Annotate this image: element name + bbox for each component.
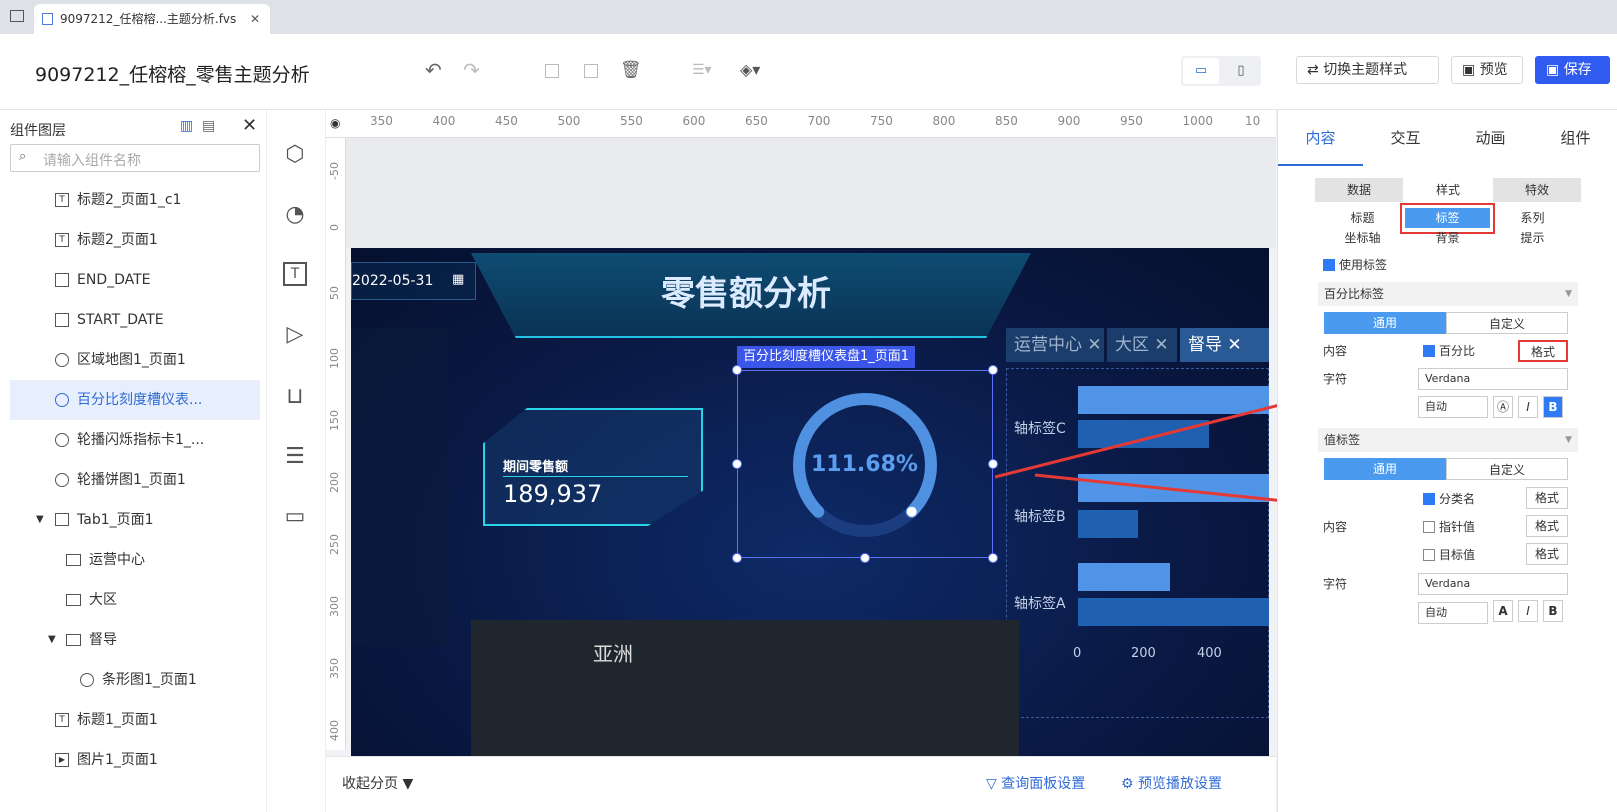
font-color-icon[interactable]: A	[1493, 600, 1513, 622]
category-checkbox[interactable]: 分类名	[1423, 490, 1475, 507]
value-custom-tab[interactable]: 自定义	[1446, 458, 1568, 480]
checkbox-checked-icon	[1423, 493, 1435, 505]
tab-content[interactable]: 内容	[1278, 110, 1363, 166]
style-tab-axis[interactable]: 坐标轴	[1320, 228, 1405, 248]
pointer-text: 指针值	[1439, 520, 1476, 534]
property-panel: 内容 交互 动画 组件 数据 样式 特效 标题 标签 系列 坐标轴 背景 提示 …	[1277, 110, 1617, 812]
content-label: 内容	[1323, 344, 1348, 358]
font-label-2: 字符	[1323, 577, 1348, 591]
percent-text: 百分比	[1439, 344, 1476, 358]
subtab-style[interactable]: 样式	[1403, 178, 1493, 202]
tab-animation[interactable]: 动画	[1448, 110, 1533, 166]
font-size-value: 自动	[1425, 606, 1447, 619]
style-tab-title[interactable]: 标题	[1320, 208, 1405, 228]
font-size-value: 自动	[1425, 400, 1447, 413]
font-select[interactable]: Verdana	[1418, 368, 1568, 390]
percent-checkbox[interactable]: 百分比	[1423, 342, 1475, 359]
chevron-down-icon: ▼	[1565, 289, 1572, 299]
value-label-section[interactable]: 值标签 ▼	[1318, 428, 1578, 452]
font-select-value: Verdana	[1425, 577, 1471, 590]
target-format-button[interactable]: 格式	[1526, 543, 1568, 565]
tab-interaction[interactable]: 交互	[1363, 110, 1448, 166]
font-size-select[interactable]: 自动	[1418, 396, 1488, 418]
font-size-select-2[interactable]: 自动	[1418, 602, 1488, 624]
content-label-2: 内容	[1323, 520, 1348, 534]
style-tab-tooltip[interactable]: 提示	[1490, 228, 1575, 248]
query-panel-settings-link[interactable]: ▽ 查询面板设置	[986, 773, 1085, 793]
percent-label-section[interactable]: 百分比标签 ▼	[1318, 282, 1578, 306]
query-settings-label: 查询面板设置	[1001, 776, 1086, 792]
style-tab-series[interactable]: 系列	[1490, 208, 1575, 228]
italic-icon[interactable]: I	[1518, 396, 1538, 418]
filter-icon: ▽	[986, 776, 1002, 792]
pointer-format-button[interactable]: 格式	[1526, 515, 1568, 537]
gear-icon: ⚙	[1121, 776, 1139, 792]
value-normal-tab[interactable]: 通用	[1324, 458, 1446, 480]
italic-icon[interactable]: I	[1518, 600, 1538, 622]
target-text: 目标值	[1439, 548, 1476, 562]
target-checkbox[interactable]: 目标值	[1423, 546, 1475, 563]
chevron-down-icon: ▼	[1565, 435, 1572, 445]
collapse-label: 收起分页	[342, 776, 398, 792]
use-label-checkbox[interactable]: 使用标签	[1323, 256, 1387, 273]
bold-icon[interactable]: B	[1543, 600, 1563, 622]
category-text: 分类名	[1439, 492, 1476, 506]
pointer-checkbox[interactable]: 指针值	[1423, 518, 1475, 535]
use-label-text: 使用标签	[1339, 258, 1388, 272]
font-color-icon[interactable]: Ⓐ	[1493, 396, 1513, 418]
section-title: 值标签	[1324, 433, 1361, 447]
percent-custom-tab[interactable]: 自定义	[1446, 312, 1568, 334]
category-format-button[interactable]: 格式	[1526, 487, 1568, 509]
font-label: 字符	[1323, 372, 1348, 386]
checkbox-checked-icon	[1423, 345, 1435, 357]
tab-component[interactable]: 组件	[1533, 110, 1617, 166]
style-tab-background[interactable]: 背景	[1405, 228, 1490, 248]
preview-settings-label: 预览播放设置	[1138, 776, 1223, 792]
caret-down-icon: ▼	[402, 776, 414, 792]
font-select-2[interactable]: Verdana	[1418, 573, 1568, 595]
checkbox-unchecked-icon	[1423, 521, 1435, 533]
collapse-pages-button[interactable]: 收起分页 ▼	[342, 773, 413, 793]
bold-icon[interactable]: B	[1543, 396, 1563, 418]
page-bar: 收起分页 ▼ ▽ 查询面板设置 ⚙ 预览播放设置	[326, 756, 1276, 812]
percent-normal-tab[interactable]: 通用	[1324, 312, 1446, 334]
percent-format-button[interactable]: 格式	[1518, 340, 1568, 362]
section-title: 百分比标签	[1324, 287, 1385, 301]
subtab-data[interactable]: 数据	[1315, 178, 1403, 202]
subtab-effect[interactable]: 特效	[1493, 178, 1581, 202]
checkbox-checked-icon	[1323, 259, 1335, 271]
preview-playback-settings-link[interactable]: ⚙ 预览播放设置	[1121, 773, 1222, 793]
font-select-value: Verdana	[1425, 372, 1471, 385]
checkbox-unchecked-icon	[1423, 549, 1435, 561]
